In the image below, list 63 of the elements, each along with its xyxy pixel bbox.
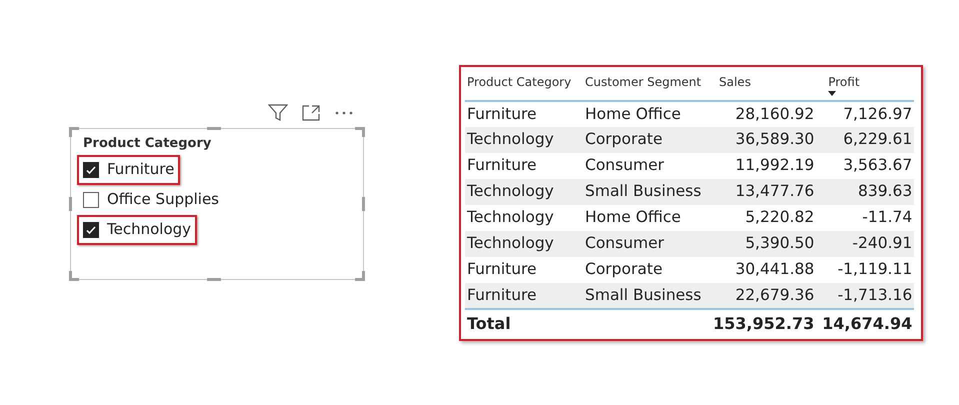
resize-handle[interactable] <box>362 197 365 211</box>
slicer-title: Product Category <box>83 135 212 153</box>
filter-icon[interactable] <box>268 104 288 122</box>
column-header[interactable]: Sales <box>719 73 751 91</box>
resize-handle[interactable] <box>69 197 72 211</box>
table-cell: 3,563.67 <box>843 156 912 174</box>
table-cell: 5,390.50 <box>745 234 814 252</box>
sort-descending-icon[interactable] <box>828 91 836 96</box>
table-cell: Technology <box>467 130 554 148</box>
item-label: Office Supplies <box>107 189 220 210</box>
table-cell: Technology <box>467 208 554 226</box>
table-cell: -240.91 <box>852 234 912 252</box>
table-cell: Consumer <box>585 156 664 174</box>
column-header[interactable]: Profit <box>828 73 860 91</box>
table-cell: Corporate <box>585 130 662 148</box>
checkbox[interactable] <box>83 192 99 208</box>
table-cell: Home Office <box>585 104 681 123</box>
table-cell: -1,713.16 <box>838 286 912 304</box>
table-cell: 7,126.97 <box>843 104 912 123</box>
table-cell: 36,589.30 <box>735 130 814 148</box>
checkmark-icon <box>85 164 97 176</box>
column-header[interactable]: Customer Segment <box>585 73 702 91</box>
table-cell: Home Office <box>585 208 681 226</box>
table-cell: 6,229.61 <box>843 130 912 148</box>
slicer-item[interactable]: Furniture <box>77 154 180 184</box>
more-options-icon[interactable] <box>334 110 354 116</box>
resize-handle[interactable] <box>69 271 79 281</box>
table-cell: Furniture <box>467 286 537 304</box>
table-cell: 22,679.36 <box>735 286 814 304</box>
resize-handle[interactable] <box>207 278 221 281</box>
table-cell: 28,160.92 <box>735 104 814 123</box>
table-cell: 13,477.76 <box>735 182 814 200</box>
resize-handle[interactable] <box>69 127 79 137</box>
table-cell: Consumer <box>585 234 664 252</box>
table-cell: Small Business <box>585 286 702 304</box>
checkmark-icon <box>85 224 97 236</box>
table-cell: Small Business <box>585 182 702 200</box>
slicer-item[interactable]: Office Supplies <box>77 184 226 214</box>
item-label: Furniture <box>107 159 174 180</box>
focus-mode-icon[interactable] <box>302 105 320 121</box>
table-cell: Technology <box>467 234 554 252</box>
table-cell: -1,119.11 <box>838 260 912 278</box>
checkbox[interactable] <box>83 222 99 238</box>
table-cell: 839.63 <box>858 182 912 200</box>
resize-handle[interactable] <box>355 127 365 137</box>
table-cell: Furniture <box>467 156 537 174</box>
table-cell: Furniture <box>467 104 537 123</box>
slicer-item[interactable]: Technology <box>77 214 198 244</box>
resize-handle[interactable] <box>207 127 221 130</box>
column-header[interactable]: Product Category <box>467 73 572 91</box>
item-label: Technology <box>107 219 192 240</box>
total-cell: Total <box>467 314 511 332</box>
table-cell: Corporate <box>585 260 662 278</box>
total-cell: 153,952.73 <box>713 314 814 332</box>
total-cell: 14,674.94 <box>822 314 912 332</box>
table-cell: Technology <box>467 182 554 200</box>
resize-handle[interactable] <box>355 271 365 281</box>
table-cell: Furniture <box>467 260 537 278</box>
checkbox[interactable] <box>83 162 99 178</box>
table-cell: 30,441.88 <box>735 260 814 278</box>
table-cell: -11.74 <box>862 208 912 226</box>
table-cell: 5,220.82 <box>745 208 814 226</box>
table-cell: 11,992.19 <box>735 156 814 174</box>
